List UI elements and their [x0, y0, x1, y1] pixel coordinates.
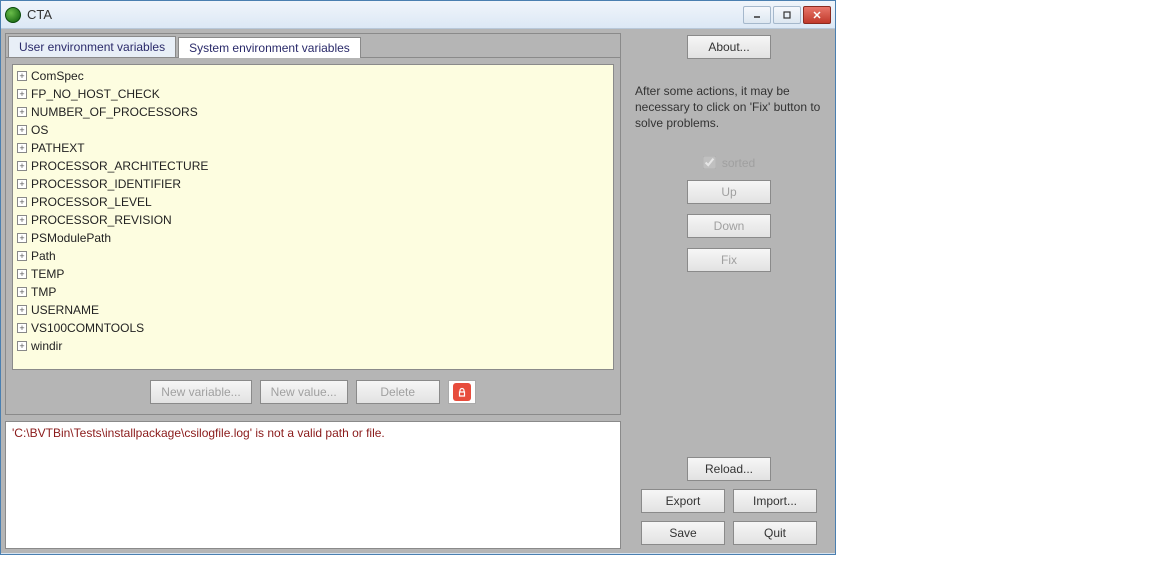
down-button[interactable]: Down [687, 214, 771, 238]
tree-item-label: TMP [31, 285, 56, 299]
expand-icon[interactable]: + [17, 269, 27, 279]
save-button[interactable]: Save [641, 521, 725, 545]
expand-icon[interactable]: + [17, 89, 27, 99]
log-pane: 'C:\BVTBin\Tests\installpackage\csilogfi… [5, 421, 621, 549]
expand-icon[interactable]: + [17, 251, 27, 261]
tab-body: + ComSpec + FP_NO_HOST_CHECK + NUMBER_OF_PROC… [6, 57, 620, 414]
sorted-label: sorted [722, 156, 755, 170]
tree-item[interactable]: + PROCESSOR_IDENTIFIER [15, 175, 611, 193]
new-value-button[interactable]: New value... [260, 380, 348, 404]
lock-button[interactable] [448, 380, 476, 404]
lock-icon [453, 383, 471, 401]
info-text: After some actions, it may be necessary … [627, 83, 831, 132]
expand-icon[interactable]: + [17, 197, 27, 207]
tree-item-label: OS [31, 123, 48, 137]
sorted-checkbox[interactable] [703, 156, 716, 169]
expand-icon[interactable]: + [17, 107, 27, 117]
import-button[interactable]: Import... [733, 489, 817, 513]
tabs-container: User environment variables System enviro… [5, 33, 621, 415]
bottom-button-group: Reload... Export Import... Save Quit [627, 457, 831, 549]
minimize-button[interactable] [743, 6, 771, 24]
tree-item[interactable]: + Path [15, 247, 611, 265]
client-area: User environment variables System enviro… [1, 29, 835, 553]
tree-item-label: Path [31, 249, 56, 263]
reload-button[interactable]: Reload... [687, 457, 771, 481]
minimize-icon [752, 10, 762, 20]
expand-icon[interactable]: + [17, 287, 27, 297]
tree-item[interactable]: + PROCESSOR_LEVEL [15, 193, 611, 211]
tree-toolbar: New variable... New value... Delete [12, 378, 614, 408]
tree-item[interactable]: + ComSpec [15, 67, 611, 85]
tree-item[interactable]: + FP_NO_HOST_CHECK [15, 85, 611, 103]
tree-item-label: PROCESSOR_IDENTIFIER [31, 177, 181, 191]
tree-item-label: windir [31, 339, 62, 353]
expand-icon[interactable]: + [17, 125, 27, 135]
tree-item-label: ComSpec [31, 69, 84, 83]
fix-button[interactable]: Fix [687, 248, 771, 272]
expand-icon[interactable]: + [17, 323, 27, 333]
export-button[interactable]: Export [641, 489, 725, 513]
tree-item[interactable]: + NUMBER_OF_PROCESSORS [15, 103, 611, 121]
titlebar: CTA [1, 1, 835, 29]
maximize-icon [782, 10, 792, 20]
log-message: 'C:\BVTBin\Tests\installpackage\csilogfi… [12, 426, 614, 440]
tree-item[interactable]: + windir [15, 337, 611, 355]
tree-item-label: PROCESSOR_REVISION [31, 213, 172, 227]
expand-icon[interactable]: + [17, 71, 27, 81]
window-title: CTA [27, 7, 52, 22]
sorted-checkbox-row[interactable]: sorted [703, 156, 755, 170]
about-button[interactable]: About... [687, 35, 771, 59]
tree-item-label: PATHEXT [31, 141, 85, 155]
tabs-header: User environment variables System enviro… [6, 34, 620, 57]
tab-system-env[interactable]: System environment variables [178, 37, 361, 58]
quit-button[interactable]: Quit [733, 521, 817, 545]
app-window: CTA User environment variables System en… [0, 0, 836, 555]
tree-item-label: PROCESSOR_ARCHITECTURE [31, 159, 208, 173]
tree-item[interactable]: + PATHEXT [15, 139, 611, 157]
tree-item-label: TEMP [31, 267, 64, 281]
tree-item[interactable]: + USERNAME [15, 301, 611, 319]
expand-icon[interactable]: + [17, 215, 27, 225]
tree-item-label: PROCESSOR_LEVEL [31, 195, 152, 209]
maximize-button[interactable] [773, 6, 801, 24]
tree-item-label: VS100COMNTOOLS [31, 321, 144, 335]
close-button[interactable] [803, 6, 831, 24]
expand-icon[interactable]: + [17, 143, 27, 153]
up-button[interactable]: Up [687, 180, 771, 204]
expand-icon[interactable]: + [17, 179, 27, 189]
tree-item[interactable]: + PROCESSOR_ARCHITECTURE [15, 157, 611, 175]
right-pane: About... After some actions, it may be n… [627, 33, 831, 549]
tree-item[interactable]: + TMP [15, 283, 611, 301]
tree-item[interactable]: + VS100COMNTOOLS [15, 319, 611, 337]
expand-icon[interactable]: + [17, 161, 27, 171]
tree-item[interactable]: + PSModulePath [15, 229, 611, 247]
tree-item-label: FP_NO_HOST_CHECK [31, 87, 160, 101]
tree-item-label: PSModulePath [31, 231, 111, 245]
tree-item-label: USERNAME [31, 303, 99, 317]
variables-tree[interactable]: + ComSpec + FP_NO_HOST_CHECK + NUMBER_OF_PROC… [13, 65, 613, 369]
delete-button[interactable]: Delete [356, 380, 440, 404]
tree-item[interactable]: + TEMP [15, 265, 611, 283]
tree-item-label: NUMBER_OF_PROCESSORS [31, 105, 198, 119]
app-icon [5, 7, 21, 23]
new-variable-button[interactable]: New variable... [150, 380, 251, 404]
tree-wrap: + ComSpec + FP_NO_HOST_CHECK + NUMBER_OF_PROC… [12, 64, 614, 370]
tab-user-env[interactable]: User environment variables [8, 36, 176, 57]
expand-icon[interactable]: + [17, 341, 27, 351]
expand-icon[interactable]: + [17, 305, 27, 315]
expand-icon[interactable]: + [17, 233, 27, 243]
tree-item[interactable]: + OS [15, 121, 611, 139]
window-controls [743, 6, 831, 24]
left-pane: User environment variables System enviro… [5, 33, 621, 549]
close-icon [812, 10, 822, 20]
tree-item[interactable]: + PROCESSOR_REVISION [15, 211, 611, 229]
